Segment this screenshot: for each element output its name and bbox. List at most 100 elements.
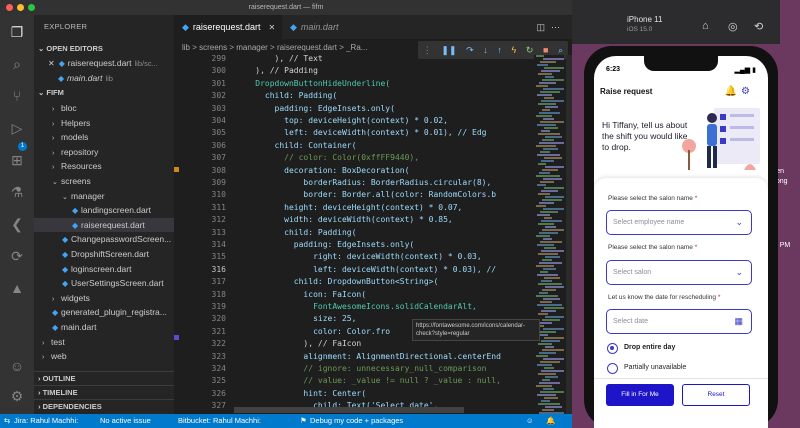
tree-file[interactable]: ◆ generated_plugin_registra... xyxy=(34,305,174,320)
search-icon[interactable]: ⌕ xyxy=(8,55,26,73)
outline-section[interactable]: › OUTLINE xyxy=(34,371,174,385)
close-window-button[interactable] xyxy=(6,4,13,11)
minimap-line xyxy=(539,172,550,174)
tree-file[interactable]: ◆ loginscreen.dart xyxy=(34,262,174,277)
tree-folder[interactable]: › repository xyxy=(34,145,174,160)
extensions-icon[interactable]: ⊞ xyxy=(8,151,26,169)
minimap-line xyxy=(540,361,560,363)
dart-file-icon: ◆ xyxy=(52,308,59,318)
horizontal-scrollbar[interactable] xyxy=(234,407,464,413)
notifications-icon[interactable]: 🔔 xyxy=(546,414,555,428)
tree-folder[interactable]: › Resources xyxy=(34,159,174,174)
chevron-right-icon: › xyxy=(52,149,55,157)
open-editors-section[interactable]: ⌄ OPEN EDITORS xyxy=(34,42,174,56)
dart-file-icon: ◆ xyxy=(72,220,79,230)
tab-main[interactable]: ◆ main.dart xyxy=(282,15,354,39)
tree-folder[interactable]: › web xyxy=(34,349,174,364)
close-tab-icon[interactable]: ✕ xyxy=(268,23,275,32)
zoom-window-button[interactable] xyxy=(28,4,35,11)
dependencies-section[interactable]: › DEPENDENCIES xyxy=(34,399,174,413)
tree-label: widgets xyxy=(61,292,90,303)
code-line: top: deviceHeight(context) * 0.02, xyxy=(236,116,448,125)
atlassian-icon[interactable]: ▲ xyxy=(8,279,26,297)
minimap-line xyxy=(542,139,554,141)
open-editor-item[interactable]: ◆ main.dart lib xyxy=(34,71,174,86)
tree-file[interactable]: ◆ UserSettingsScreen.dart xyxy=(34,276,174,291)
minimap-line xyxy=(543,268,556,270)
tree-file[interactable]: ◆ ChangepasswordScreen... xyxy=(34,232,174,247)
code-line: height: deviceHeight(context) * 0.07, xyxy=(236,202,463,212)
tree-file[interactable]: ◆ raiserequest.dart xyxy=(34,217,174,233)
code-line: icon: FaIcon( xyxy=(236,289,367,299)
tree-folder[interactable]: ⌄ screens xyxy=(34,174,174,189)
minimap-line xyxy=(541,400,550,402)
link-tooltip[interactable]: https://fontawesome.com/icons/calendar-c… xyxy=(412,319,540,341)
chevron-down-icon: ⌄ xyxy=(735,267,743,277)
dart-file-icon: ◆ xyxy=(58,59,65,68)
project-section[interactable]: ⌄ FIFM xyxy=(34,86,174,100)
remote-icon[interactable]: ⟳ xyxy=(8,247,26,265)
gear-icon[interactable]: ⚙ xyxy=(741,86,754,97)
tree-folder[interactable]: › Helpers xyxy=(34,116,174,131)
close-icon[interactable]: ✕ xyxy=(48,59,55,68)
code-line: ), // FaIcon xyxy=(236,339,362,349)
tree-folder[interactable]: ⌄ manager xyxy=(34,189,174,204)
reset-button[interactable]: Reset xyxy=(682,384,750,406)
minimap-line xyxy=(543,208,564,210)
remote-indicator[interactable]: ⇆ xyxy=(4,414,10,428)
minimap-line xyxy=(543,238,552,240)
minimap-line xyxy=(539,292,548,294)
minimap-line xyxy=(543,58,564,60)
bitbucket-status[interactable]: Bitbucket: Rahul Machhi: xyxy=(178,414,261,428)
issue-status[interactable]: No active issue xyxy=(100,414,151,428)
tree-file[interactable]: ◆ main.dart xyxy=(34,320,174,335)
minimize-window-button[interactable] xyxy=(17,4,24,11)
feedback-icon[interactable]: ☺ xyxy=(526,414,534,428)
open-editor-item[interactable]: ✕ ◆ raiserequest.dart lib/sc... xyxy=(34,56,174,71)
source-control-icon[interactable]: ⑂ xyxy=(8,87,26,105)
line-number: 325 xyxy=(211,376,226,386)
employee-select[interactable]: Select employee name ⌄ xyxy=(606,210,752,235)
chevron-down-icon: ⌄ xyxy=(62,193,68,201)
stop-icon[interactable]: ■ xyxy=(543,45,548,55)
tree-folder[interactable]: › bloc xyxy=(34,101,174,116)
tab-raiserequest[interactable]: ◆ raiserequest.dart ✕ xyxy=(174,15,282,39)
field-label: Let us know the date for rescheduling * xyxy=(608,294,721,301)
minimap-line xyxy=(544,367,554,369)
debug-mode-status[interactable]: Debug my code + packages xyxy=(310,414,403,428)
flutter-icon[interactable]: ❮ xyxy=(8,215,26,233)
editor-actions[interactable]: ◫⋯ xyxy=(536,15,566,39)
line-number: 299 xyxy=(211,54,226,63)
minimap-line xyxy=(543,118,554,120)
minimap-line xyxy=(539,352,556,354)
tree-label: DropshiftScreen.dart xyxy=(71,249,149,259)
explorer-icon[interactable]: ❐ xyxy=(8,23,26,41)
code-editor[interactable]: ), // Text ), // Padding DropdownButtonH… xyxy=(236,53,536,415)
tree-folder[interactable]: › models xyxy=(34,130,174,145)
minimap[interactable] xyxy=(534,55,564,415)
rotate-icon[interactable]: ⟲ xyxy=(754,20,763,33)
screenshot-icon[interactable]: ◎ xyxy=(728,20,738,33)
tree-folder[interactable]: › widgets xyxy=(34,291,174,306)
fill-in-button[interactable]: Fill in For Me xyxy=(606,384,674,406)
notification-bell-icon[interactable]: 🔔 xyxy=(725,86,741,97)
run-debug-icon[interactable]: ▷ xyxy=(8,119,26,137)
account-icon[interactable]: ☺ xyxy=(8,357,26,375)
inspect-icon[interactable]: ⌕ xyxy=(558,45,563,56)
timeline-section[interactable]: › TIMELINE xyxy=(34,385,174,399)
jira-status[interactable]: Jira: Rahul Machhi: xyxy=(14,414,78,428)
tree-file[interactable]: ◆ DropshiftScreen.dart xyxy=(34,247,174,262)
minimap-line xyxy=(541,310,556,312)
home-icon[interactable]: ⌂ xyxy=(702,20,709,32)
code-line: decoration: BoxDecoration( xyxy=(236,165,410,175)
tree-folder[interactable]: › test xyxy=(34,335,174,350)
tree-file[interactable]: ◆ landingscreen.dart xyxy=(34,203,174,218)
gear-icon[interactable]: ⚙ xyxy=(8,387,26,405)
radio-partially-unavailable[interactable] xyxy=(607,363,618,374)
date-picker[interactable]: Select date ▦ xyxy=(606,309,752,334)
salon-select[interactable]: Select salon ⌄ xyxy=(606,260,752,285)
minimap-line xyxy=(543,298,560,300)
testing-icon[interactable]: ⚗ xyxy=(8,183,26,201)
radio-drop-entire-day[interactable] xyxy=(607,343,618,354)
minimap-line xyxy=(538,163,546,165)
